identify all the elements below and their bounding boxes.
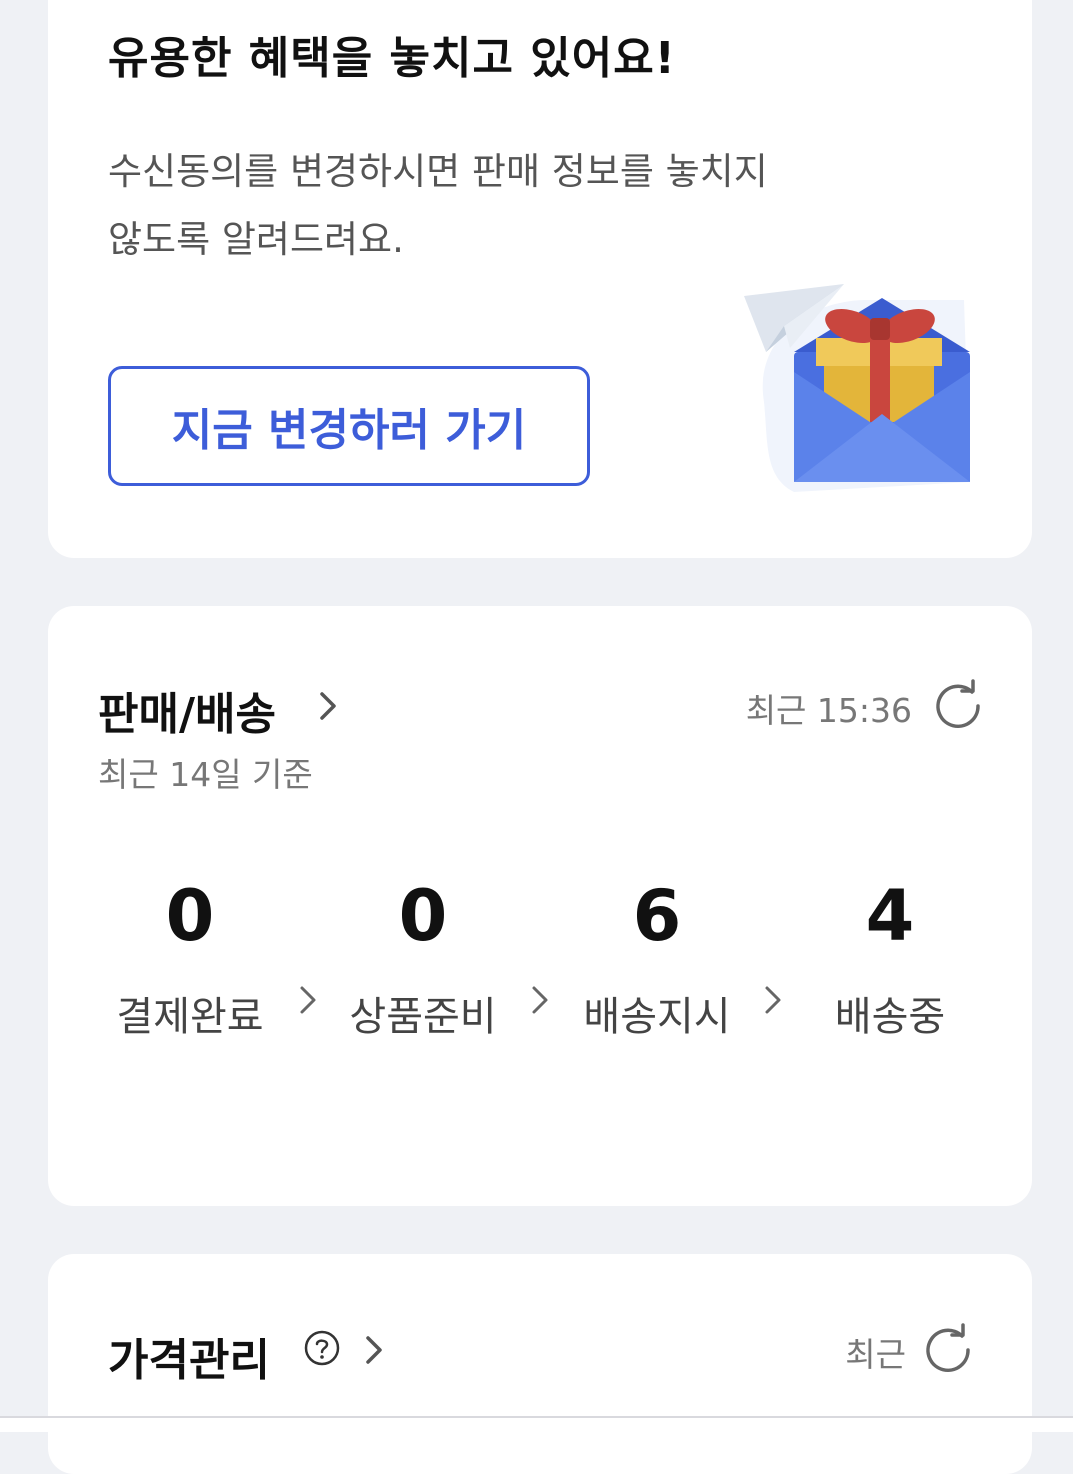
stat-label: 결제완료 [116,994,264,1040]
stat-value: 6 [632,875,682,957]
last-updated-text: 최근 15:36 [745,691,912,730]
stat-in-delivery[interactable]: 4 배송중 [780,876,1000,1042]
help-icon[interactable] [302,1328,342,1368]
sales-shipping-title[interactable]: 판매/배송 [98,678,276,742]
gift-envelope-illustration [744,284,970,492]
chevron-right-icon[interactable] [308,686,348,726]
chevron-right-icon[interactable] [354,1330,394,1370]
promo-description-line-1: 수신동의를 변경하시면 판매 정보를 놓치지 [108,150,768,193]
last-updated-text: 최근 [845,1335,906,1374]
notification-consent-card: 유용한 혜택을 놓치고 있어요! 수신동의를 변경하시면 판매 정보를 놓치지 … [48,0,1032,558]
stat-payment-complete[interactable]: 0 결제완료 [80,876,300,1042]
change-consent-button[interactable]: 지금 변경하러 가기 [108,366,590,486]
promo-title: 유용한 혜택을 놓치고 있어요! [108,33,676,84]
refresh-icon[interactable] [932,678,984,730]
promo-description-line-2: 않도록 알려드려요. [108,218,404,261]
stat-shipping-instructed[interactable]: 6 배송지시 [547,876,767,1042]
stat-value: 4 [865,875,915,957]
price-management-title[interactable]: 가격관리 [108,1324,270,1388]
sales-shipping-card: 판매/배송 최근 14일 기준 최근 15:36 0 결제완료 0 상품준비 6… [48,606,1032,1206]
stat-product-preparing[interactable]: 0 상품준비 [313,876,533,1042]
stat-value: 0 [398,875,448,957]
stat-label: 상품준비 [349,994,497,1040]
stat-label: 배송중 [834,994,946,1040]
promo-description: 수신동의를 변경하시면 판매 정보를 놓치지 않도록 알려드려요. [108,138,908,274]
stat-value: 0 [165,875,215,957]
stat-label: 배송지시 [583,994,731,1040]
order-status-stats: 0 결제완료 0 상품준비 6 배송지시 4 배송중 [48,876,1032,1040]
refresh-icon[interactable] [922,1322,974,1374]
price-management-card: 가격관리 최근 [48,1254,1032,1474]
period-subtitle: 최근 14일 기준 [98,755,313,794]
